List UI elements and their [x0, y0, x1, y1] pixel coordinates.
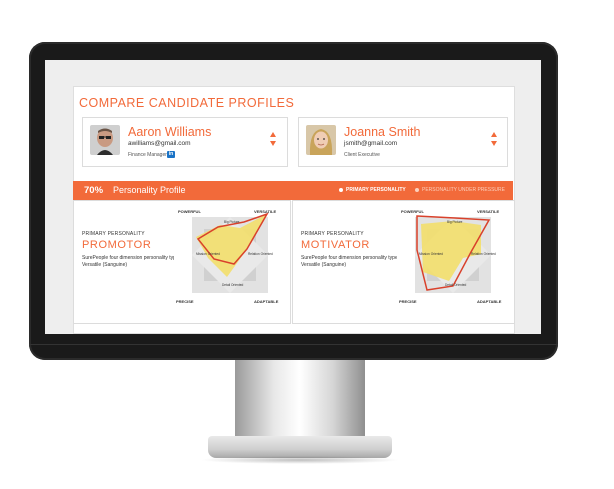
axis-top-left: POWERFUL	[401, 209, 424, 214]
axis-bottom-right: ADAPTABLE	[477, 299, 502, 304]
profile-bar-title: Personality Profile	[113, 185, 186, 195]
axis-top-left: POWERFUL	[178, 209, 201, 214]
axis-top: Big Picture	[224, 220, 240, 224]
stand-shadow	[200, 456, 400, 464]
profile-type: PROMOTOR	[82, 239, 152, 251]
avatar	[90, 125, 120, 155]
legend-pressure-label: PERSONALITY UNDER PRESSURE	[422, 187, 505, 193]
monitor-screen: COMPARE CANDIDATE PROFILES Aaron William…	[45, 60, 541, 334]
profile-label: PRIMARY PERSONALITY	[82, 231, 145, 237]
legend-dot-icon	[339, 187, 343, 192]
candidate-email: jsmith@gmail.com	[344, 140, 398, 147]
linkedin-icon[interactable]: in	[167, 151, 175, 158]
profile-panel-aaron: PRIMARY PERSONALITY PROMOTOR SurePeople …	[73, 200, 291, 324]
legend-primary[interactable]: PRIMARY PERSONALITY	[339, 187, 406, 193]
profile-panel-joanna: PRIMARY PERSONALITY MOTIVATOR SurePeople…	[292, 200, 515, 324]
candidate-card-joanna[interactable]: Joanna Smith jsmith@gmail.com Client Exe…	[298, 117, 508, 167]
axis-top-right: VERSATILE	[254, 209, 276, 214]
axis-top-right: VERSATILE	[477, 209, 499, 214]
legend-dot-icon	[415, 187, 419, 192]
axis-top: Big Picture	[447, 220, 463, 224]
axis-left: Mission Oriented	[419, 252, 443, 256]
axis-left: Mission Oriented	[196, 252, 220, 256]
candidate-role: Finance Manager	[128, 152, 167, 158]
legend-primary-label: PRIMARY PERSONALITY	[346, 187, 406, 193]
monitor-stand-neck	[235, 360, 365, 440]
personality-radar-chart: POWERFUL VERSATILE PRECISE ADAPTABLE Big…	[174, 206, 286, 318]
profile-type: MOTIVATOR	[301, 239, 370, 251]
candidate-card-aaron[interactable]: Aaron Williams awilliams@gmail.com Finan…	[82, 117, 288, 167]
axis-bottom-right: ADAPTABLE	[254, 299, 279, 304]
sort-toggle-icon[interactable]	[491, 132, 499, 150]
axis-bottom-left: PRECISE	[176, 299, 194, 304]
candidate-role: Client Executive	[344, 152, 380, 158]
candidate-email: awilliams@gmail.com	[128, 140, 191, 147]
monitor-stand-base	[208, 436, 392, 458]
legend-pressure[interactable]: PERSONALITY UNDER PRESSURE	[415, 187, 505, 193]
personality-radar-chart: POWERFUL VERSATILE PRECISE ADAPTABLE Big…	[397, 206, 509, 318]
profile-description: SurePeople four dimension personality ty…	[301, 255, 400, 268]
axis-bottom-left: PRECISE	[399, 299, 417, 304]
avatar	[306, 125, 336, 155]
axis-bottom: Detail Oriented	[222, 283, 243, 287]
candidate-name: Aaron Williams	[128, 125, 212, 139]
page-title: COMPARE CANDIDATE PROFILES	[79, 96, 295, 110]
axis-bottom: Detail Oriented	[445, 283, 466, 287]
personality-profile-bar: 70% Personality Profile PRIMARY PERSONAL…	[73, 181, 513, 200]
candidate-name: Joanna Smith	[344, 125, 421, 139]
profile-label: PRIMARY PERSONALITY	[301, 231, 364, 237]
match-percent: 70%	[84, 185, 104, 196]
axis-right: Relation Oriented	[248, 252, 273, 256]
sort-toggle-icon[interactable]	[270, 132, 278, 150]
monitor-chin-divider	[29, 344, 558, 345]
axis-right: Relation Oriented	[471, 252, 496, 256]
